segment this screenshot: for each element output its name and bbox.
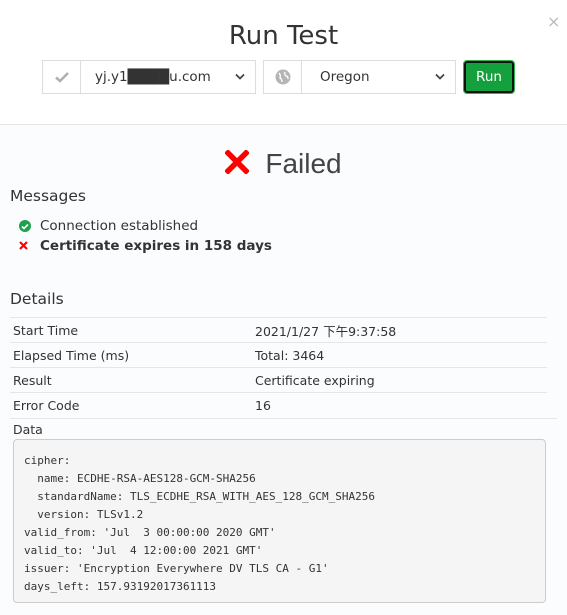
status-text: Failed: [265, 148, 342, 179]
host-input-group: yj.y1████u.com: [42, 60, 256, 94]
host-select[interactable]: yj.y1████u.com: [81, 61, 255, 93]
test-status: Failed: [10, 125, 557, 183]
message-text: Connection established: [40, 218, 199, 234]
row-label: Error Code: [10, 392, 255, 418]
message-text: Certificate expires in 158 days: [40, 238, 272, 254]
details-heading: Details: [10, 290, 64, 308]
row-value: 16: [255, 392, 547, 418]
test-controls: yj.y1████u.com Oregon Run: [42, 60, 515, 94]
message-item: Certificate expires in 158 days: [19, 236, 557, 256]
location-input-group: Oregon: [263, 60, 456, 94]
chevron-down-icon: [235, 72, 245, 83]
row-label: Start Time: [10, 317, 255, 343]
messages-heading: Messages: [10, 187, 87, 205]
run-button[interactable]: Run: [463, 60, 515, 94]
chevron-down-icon: [435, 72, 445, 83]
message-item: Connection established: [19, 216, 557, 236]
close-icon[interactable]: ×: [547, 14, 561, 30]
table-row: Result Certificate expiring: [10, 367, 547, 393]
location-select-value: Oregon: [320, 69, 370, 85]
data-code-block: cipher: name: ECDHE-RSA-AES128-GCM-SHA25…: [13, 438, 546, 603]
table-row: Start Time 2021/1/27 下午9:37:58: [10, 317, 547, 343]
check-icon: [43, 61, 81, 93]
row-value: 2021/1/27 下午9:37:58: [255, 317, 547, 343]
table-row: Error Code 16: [10, 392, 547, 418]
data-label: Data: [10, 417, 557, 438]
row-value: Total: 3464: [255, 342, 547, 368]
dialog-title: Run Test: [228, 21, 339, 51]
messages-list: Connection established Certificate expir…: [10, 216, 557, 256]
row-label: Result: [10, 367, 255, 393]
table-row: Elapsed Time (ms) Total: 3464: [10, 342, 547, 368]
check-circle-icon: [19, 220, 31, 232]
details-table: Start Time 2021/1/27 下午9:37:58 Elapsed T…: [10, 317, 547, 418]
host-select-value: yj.y1████u.com: [95, 69, 211, 85]
location-select[interactable]: Oregon: [302, 61, 455, 93]
result-panel: Failed Messages Connection established C…: [0, 125, 567, 615]
x-icon: [19, 238, 28, 254]
dialog-header: Run Test × yj.y1████u.com Oregon Run: [0, 0, 567, 125]
globe-icon: [264, 61, 302, 93]
x-icon: [224, 148, 251, 179]
row-label: Elapsed Time (ms): [10, 342, 255, 368]
row-value: Certificate expiring: [255, 367, 547, 393]
